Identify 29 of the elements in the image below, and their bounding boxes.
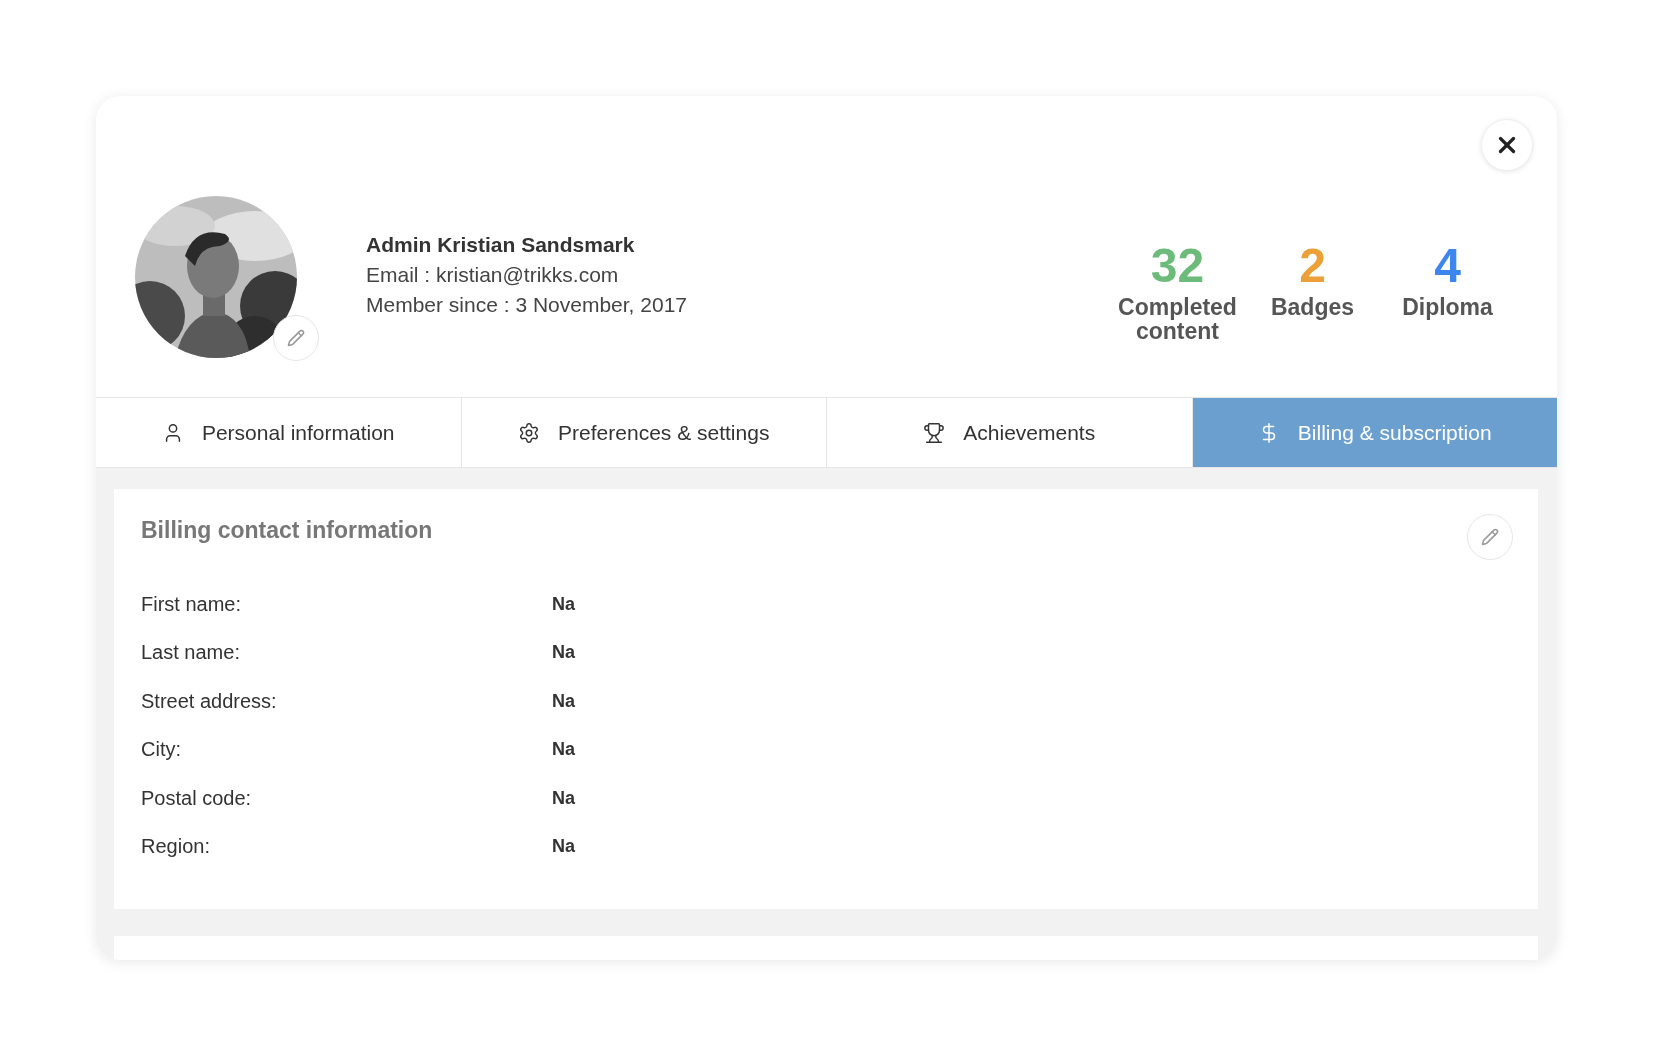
stat-value: 32 [1150, 239, 1205, 293]
field-value: Na [552, 739, 575, 761]
gear-icon [518, 421, 541, 444]
field-value: Na [552, 690, 575, 712]
section-title: Billing contact information [141, 517, 433, 544]
trophy-icon [923, 421, 946, 444]
field-label: Last name: [141, 641, 241, 665]
field-label: Region: [141, 835, 211, 859]
stat-label: Badges [1270, 294, 1355, 319]
field-label: Postal code: [141, 786, 253, 810]
field-value: Na [552, 787, 575, 809]
tab[interactable]: Personal information [96, 398, 462, 467]
user-name: Admin Kristian Sandsmark [366, 232, 636, 257]
close-button[interactable] [1481, 119, 1533, 171]
pencil-icon [287, 328, 305, 347]
field-value: Na [552, 642, 575, 664]
field-label: First name: [141, 592, 243, 616]
stat-value: 4 [1434, 239, 1461, 293]
field-value: Na [552, 593, 575, 615]
pencil-icon [1481, 528, 1499, 546]
stat-label: Completed content [1117, 294, 1238, 344]
stat-value: 2 [1299, 239, 1326, 293]
edit-avatar-button[interactable] [273, 314, 319, 361]
user-email: Email : kristian@trikks.com [366, 262, 620, 287]
field-value: Na [552, 836, 575, 858]
field-label: City: [141, 738, 182, 762]
stat-label: Diploma [1402, 294, 1493, 319]
field-label: Street address: [141, 689, 278, 713]
member-since: Member since : 3 November, 2017 [366, 292, 687, 317]
